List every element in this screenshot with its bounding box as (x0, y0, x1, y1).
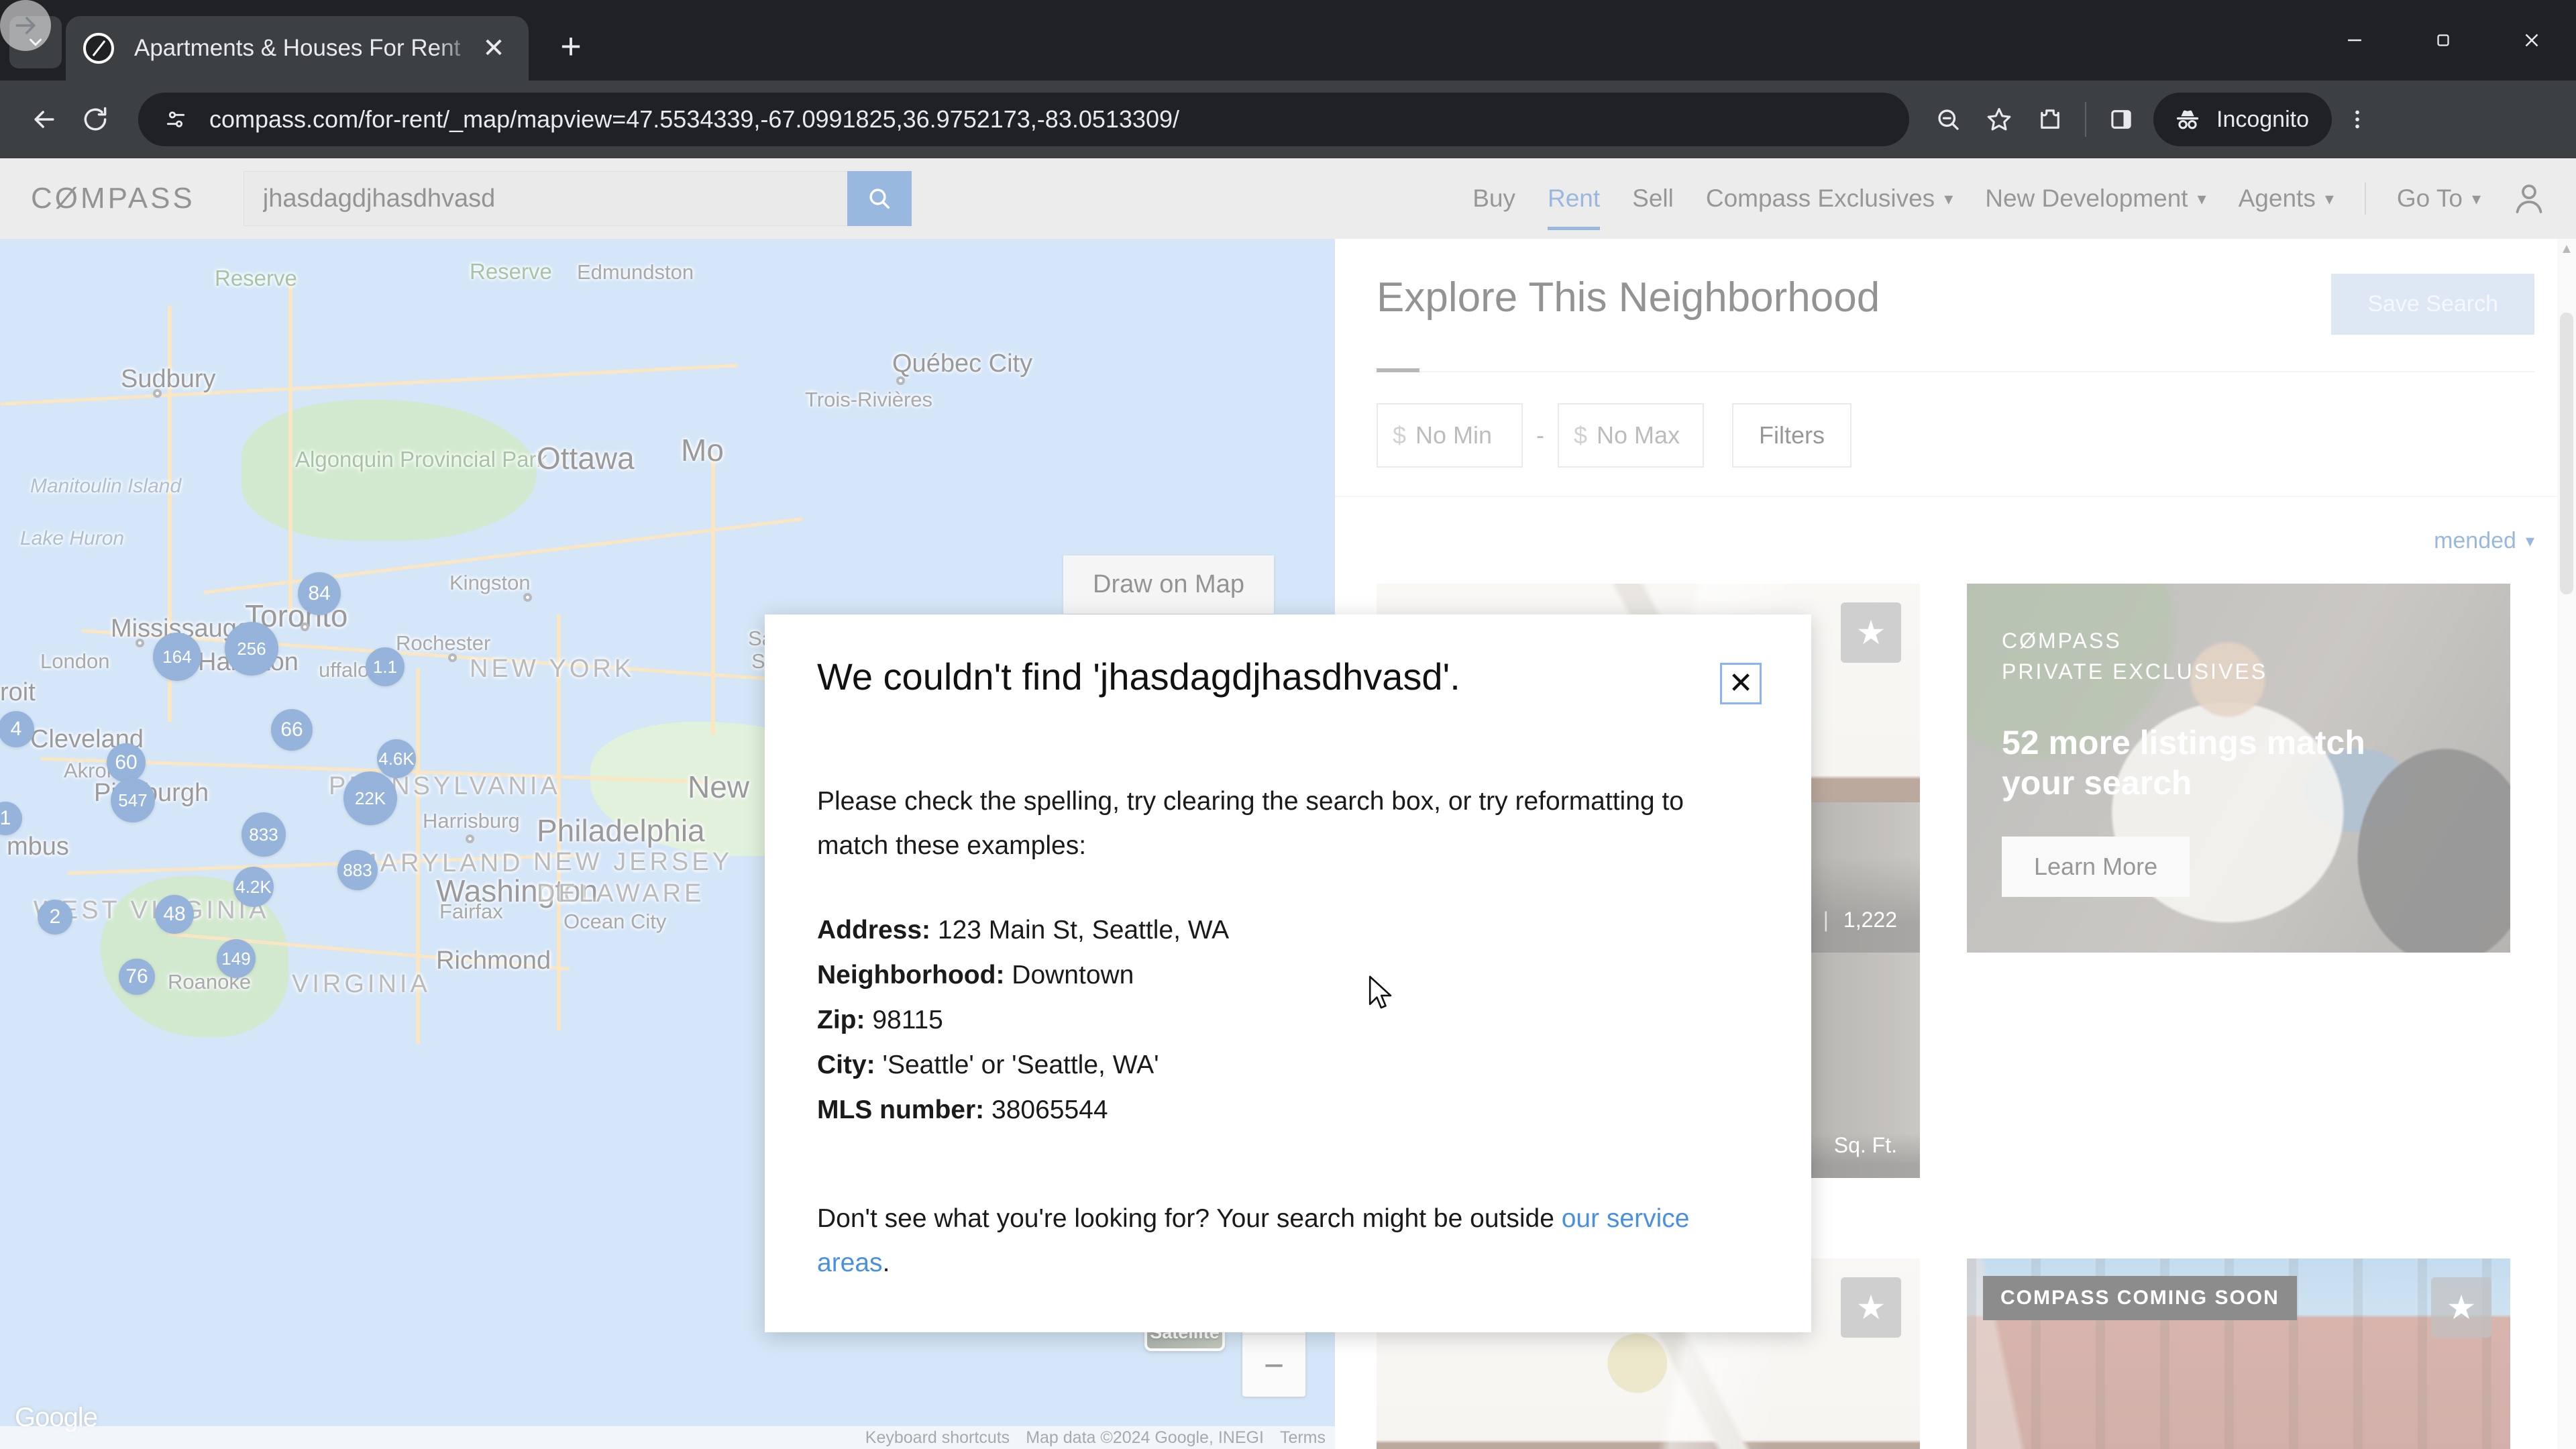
example-value: 98115 (872, 1006, 943, 1035)
arrow-left-icon (34, 111, 54, 128)
browser-window: Apartments & Houses For Rent ✕ + compass… (0, 0, 2576, 1449)
footer-period: . (882, 1248, 890, 1277)
new-tab-button[interactable]: + (547, 23, 594, 70)
modal-body: Please check the spelling, try clearing … (817, 780, 1759, 1285)
maximize-icon (2437, 34, 2449, 46)
url-text: compass.com/for-rent/_map/mapview=47.553… (209, 105, 1179, 133)
close-window-button[interactable] (2487, 0, 2576, 80)
example-label: Address: (817, 916, 931, 945)
example-value: 'Seattle' or 'Seattle, WA' (882, 1051, 1159, 1080)
close-x-icon[interactable]: ✕ (1720, 663, 1762, 704)
incognito-label: Incognito (2216, 106, 2309, 132)
arrow-right-icon (15, 17, 36, 34)
browser-toolbar: compass.com/for-rent/_map/mapview=47.553… (0, 0, 2576, 158)
reload-button[interactable] (70, 94, 121, 145)
close-icon[interactable]: ✕ (476, 31, 511, 66)
compass-favicon (83, 33, 114, 64)
example-row: Zip: 98115 (817, 998, 1759, 1042)
site-settings-icon[interactable] (161, 105, 191, 134)
back-button[interactable] (19, 94, 70, 145)
search-not-found-modal: We couldn't find 'jhasdagdjhasdhvasd'. ✕… (765, 614, 1811, 1332)
window-controls (2310, 0, 2576, 80)
extensions-icon[interactable] (2025, 94, 2076, 145)
example-row: City: 'Seattle' or 'Seattle, WA' (817, 1042, 1759, 1087)
minimize-icon (2348, 39, 2361, 42)
modal-footer-text: Don't see what you're looking for? Your … (817, 1197, 1759, 1285)
web-page: CØMPASS Buy Rent Sell (0, 158, 2576, 1449)
example-row: Address: 123 Main St, Seattle, WA (817, 908, 1759, 953)
example-row: MLS number: 38065544 (817, 1087, 1759, 1132)
modal-instruction-text: Please check the spelling, try clearing … (817, 787, 1684, 860)
toolbar-divider (2085, 102, 2086, 137)
example-label: City: (817, 1051, 875, 1080)
example-label: Zip: (817, 1006, 865, 1035)
example-value: 38065544 (991, 1095, 1108, 1125)
footer-prefix: Don't see what you're looking for? Your … (817, 1204, 1562, 1234)
close-icon (2525, 34, 2538, 47)
example-value: Downtown (1012, 961, 1134, 990)
modal-title: We couldn't find 'jhasdagdjhasdhvasd'. (817, 655, 1460, 698)
forward-button[interactable] (0, 0, 51, 51)
example-label: Neighborhood: (817, 961, 1005, 990)
incognito-icon (2176, 110, 2199, 129)
browser-tab[interactable]: Apartments & Houses For Rent ✕ (66, 16, 529, 80)
maximize-button[interactable] (2399, 0, 2487, 80)
address-bar[interactable]: compass.com/for-rent/_map/mapview=47.553… (138, 93, 1909, 146)
incognito-indicator[interactable]: Incognito (2153, 93, 2332, 146)
reload-icon (84, 107, 107, 131)
side-panel-icon[interactable] (2096, 94, 2147, 145)
example-row: Neighborhood: Downtown (817, 953, 1759, 998)
example-label: MLS number: (817, 1095, 985, 1125)
minimize-button[interactable] (2310, 0, 2399, 80)
zoom-out-icon[interactable] (1923, 94, 1974, 145)
three-dot-menu-icon[interactable] (2332, 94, 2383, 145)
tab-strip: Apartments & Houses For Rent ✕ + (0, 0, 2576, 80)
example-value: 123 Main St, Seattle, WA (937, 916, 1230, 945)
bookmark-star-icon[interactable] (1974, 94, 2025, 145)
tab-title: Apartments & Houses For Rent (134, 35, 461, 61)
modal-example-list: Address: 123 Main St, Seattle, WA Neighb… (817, 908, 1759, 1132)
